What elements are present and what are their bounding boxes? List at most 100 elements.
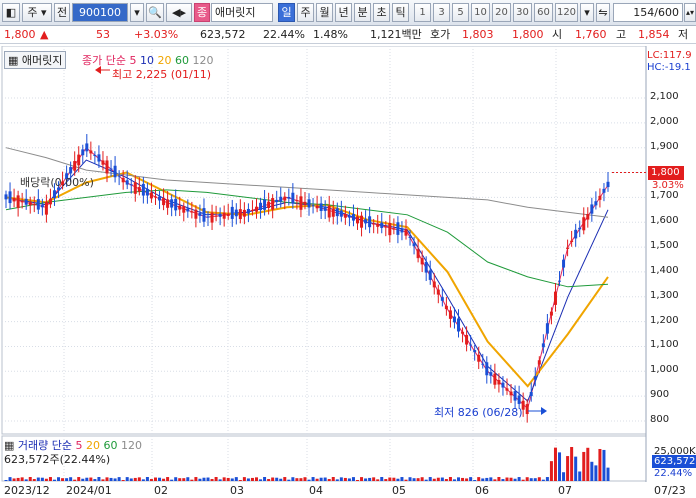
candle-body <box>234 209 238 217</box>
spin-icon[interactable]: ▴▾ <box>684 3 696 22</box>
ask-price: 1,803 <box>462 28 494 41</box>
period-prefix-button[interactable]: 전 <box>54 3 70 22</box>
interval-1[interactable]: 1 <box>414 3 431 22</box>
volume-bar <box>279 478 283 481</box>
candle-body <box>440 297 444 301</box>
volume-bar <box>372 477 376 481</box>
window-icon[interactable]: ◧ <box>2 3 20 22</box>
volume-bar <box>594 465 598 481</box>
volume-bar <box>598 448 602 481</box>
date-label-04: 04 <box>309 484 323 497</box>
candle-body <box>202 208 206 222</box>
speaker-icon[interactable]: ◀▸ <box>166 3 192 22</box>
price-tick-label: 800 <box>650 414 670 425</box>
volume-bar <box>170 479 174 481</box>
volume-bar <box>206 477 210 481</box>
period-second[interactable]: 초 <box>373 3 390 22</box>
candle-body <box>105 160 109 174</box>
low-arrow-icon <box>541 407 547 415</box>
candle-body <box>566 247 570 249</box>
candle-body <box>85 143 89 152</box>
candle-body <box>590 204 594 214</box>
interval-10[interactable]: 10 <box>471 3 490 22</box>
volume-bar <box>533 478 537 481</box>
candle-body <box>606 181 610 188</box>
candle-body <box>69 167 73 174</box>
volume-bar <box>469 477 473 481</box>
period-tick[interactable]: 틱 <box>392 3 409 22</box>
candle-body <box>537 360 541 365</box>
dropdown-icon[interactable]: ▾ <box>130 3 144 22</box>
candle-body <box>48 198 52 205</box>
volume-bar <box>465 478 469 481</box>
candle-body <box>315 205 319 209</box>
chart-type-badge[interactable]: 종 <box>194 3 210 22</box>
candle-body <box>388 222 392 236</box>
candle-body <box>469 344 473 346</box>
candle-body <box>586 213 590 220</box>
dividend-annotation: 배당락(0.00%) <box>20 176 94 189</box>
page-counter[interactable]: 154/600 <box>613 3 683 22</box>
period-year[interactable]: 년 <box>335 3 352 22</box>
volume-bar <box>117 477 121 481</box>
candle-body <box>287 196 291 199</box>
candle-body <box>275 199 279 203</box>
chart-area[interactable]: ▦ 애머릿지 종가 단순 5 10 20 60 120 최고 2,225 (01… <box>0 46 696 498</box>
candle-body <box>279 196 283 202</box>
candle-body <box>372 223 376 225</box>
volume-bar <box>246 478 250 481</box>
volume-bar <box>28 477 32 481</box>
volume-bar <box>513 478 517 481</box>
candle-body <box>356 216 360 224</box>
candle-body <box>396 222 400 235</box>
period-month[interactable]: 월 <box>316 3 333 22</box>
interval-30[interactable]: 30 <box>513 3 532 22</box>
volume-bar <box>432 478 436 481</box>
volume-bar <box>8 477 12 481</box>
volume-bar <box>16 477 20 481</box>
price-chart-svg[interactable] <box>0 46 696 498</box>
volume-bar <box>162 478 166 481</box>
candle-body <box>529 392 533 397</box>
volume-bar <box>412 478 416 481</box>
candle-body <box>44 201 48 215</box>
open-label: 시 <box>552 28 563 41</box>
candle-body <box>545 323 549 334</box>
price-info-bar: 1,800 ▲ 53 +3.03% 623,572 22.44% 1.48% 1… <box>0 27 696 44</box>
volume-bar <box>566 456 570 481</box>
volume-bar <box>226 477 230 481</box>
interval-20[interactable]: 20 <box>492 3 511 22</box>
volume-bar <box>562 472 566 481</box>
ma-line-5 <box>5 146 609 410</box>
search-icon[interactable]: 🔍 <box>146 3 164 22</box>
volume-bar <box>77 477 81 481</box>
candle-body <box>271 198 275 210</box>
interval-120[interactable]: 120 <box>555 3 578 22</box>
volume-bar <box>440 477 444 481</box>
interval-5[interactable]: 5 <box>452 3 469 22</box>
period-week[interactable]: 주 <box>297 3 314 22</box>
price-tick-label: 1,200 <box>650 314 679 326</box>
stock-tab[interactable]: ▦ 애머릿지 <box>4 51 67 69</box>
candle-body <box>327 205 331 218</box>
volume-bar <box>323 477 327 481</box>
candle-body <box>158 196 162 201</box>
volume-bar <box>61 478 65 481</box>
stock-name-field[interactable]: 애머릿지 <box>211 3 273 22</box>
market-select[interactable]: 주 ▾ <box>22 3 52 22</box>
volume-bar <box>497 477 501 481</box>
candle-body <box>214 215 218 217</box>
candle-body <box>117 175 121 177</box>
interval-60[interactable]: 60 <box>534 3 553 22</box>
stock-code-input[interactable]: 900100 <box>72 3 128 22</box>
period-day[interactable]: 일 <box>278 3 295 22</box>
volume-bar <box>299 478 303 481</box>
volume-bar <box>606 467 610 481</box>
interval-3[interactable]: 3 <box>433 3 450 22</box>
interval-dropdown-icon[interactable]: ▾ <box>580 3 594 22</box>
period-minute[interactable]: 분 <box>354 3 371 22</box>
candle-body <box>457 318 461 332</box>
candle-body <box>28 202 32 206</box>
scroll-left-icon[interactable]: ⇋ <box>596 3 610 22</box>
volume-bar <box>368 477 372 481</box>
